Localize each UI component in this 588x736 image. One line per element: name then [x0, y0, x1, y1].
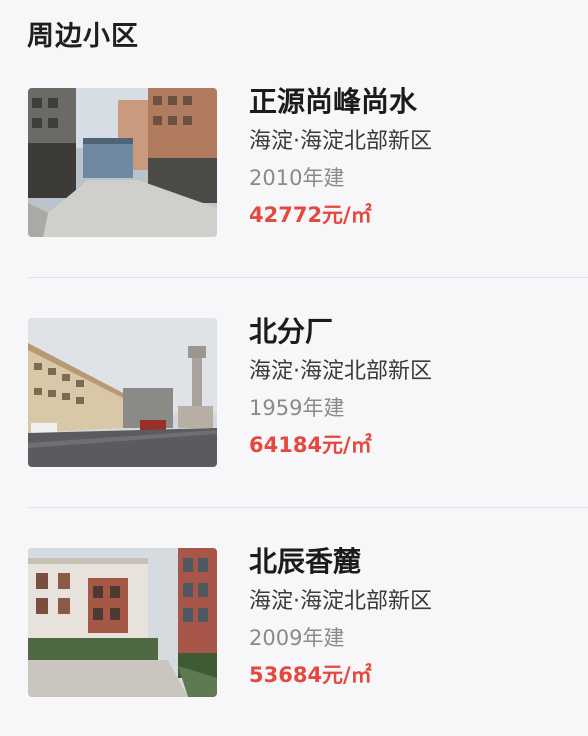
divider [28, 507, 588, 508]
community-list: 正源尚峰尚水 海淀·海淀北部新区 2010年建 42772元/㎡ 北分厂 海淀·… [0, 0, 588, 736]
community-district: 海淀·海淀北部新区 [249, 589, 432, 614]
community-item[interactable]: 正源尚峰尚水 海淀·海淀北部新区 2010年建 42772元/㎡ [0, 70, 588, 270]
community-info: 北辰香麓 海淀·海淀北部新区 2009年建 53684元/㎡ [249, 540, 579, 694]
community-name[interactable]: 北分厂 [249, 310, 579, 354]
community-built-year: 2009年建 [249, 626, 345, 650]
community-info: 北分厂 海淀·海淀北部新区 1959年建 64184元/㎡ [249, 310, 579, 464]
community-photo[interactable] [28, 88, 217, 237]
community-built-year: 1959年建 [249, 396, 345, 420]
community-district: 海淀·海淀北部新区 [249, 359, 432, 384]
community-photo[interactable] [28, 318, 217, 467]
community-info: 正源尚峰尚水 海淀·海淀北部新区 2010年建 42772元/㎡ [249, 80, 579, 234]
community-photo-image [28, 88, 217, 237]
community-price: 64184元/㎡ [249, 433, 372, 457]
community-name[interactable]: 北辰香麓 [249, 540, 579, 584]
community-name[interactable]: 正源尚峰尚水 [249, 80, 579, 124]
community-photo-image [28, 548, 217, 697]
community-price: 53684元/㎡ [249, 663, 372, 687]
community-built-year: 2010年建 [249, 166, 345, 190]
community-photo-image [28, 318, 217, 467]
community-district: 海淀·海淀北部新区 [249, 129, 432, 154]
community-price: 42772元/㎡ [249, 203, 372, 227]
community-item[interactable]: 北分厂 海淀·海淀北部新区 1959年建 64184元/㎡ [0, 300, 588, 500]
divider [28, 277, 588, 278]
community-photo[interactable] [28, 548, 217, 697]
community-item[interactable]: 北辰香麓 海淀·海淀北部新区 2009年建 53684元/㎡ [0, 530, 588, 730]
